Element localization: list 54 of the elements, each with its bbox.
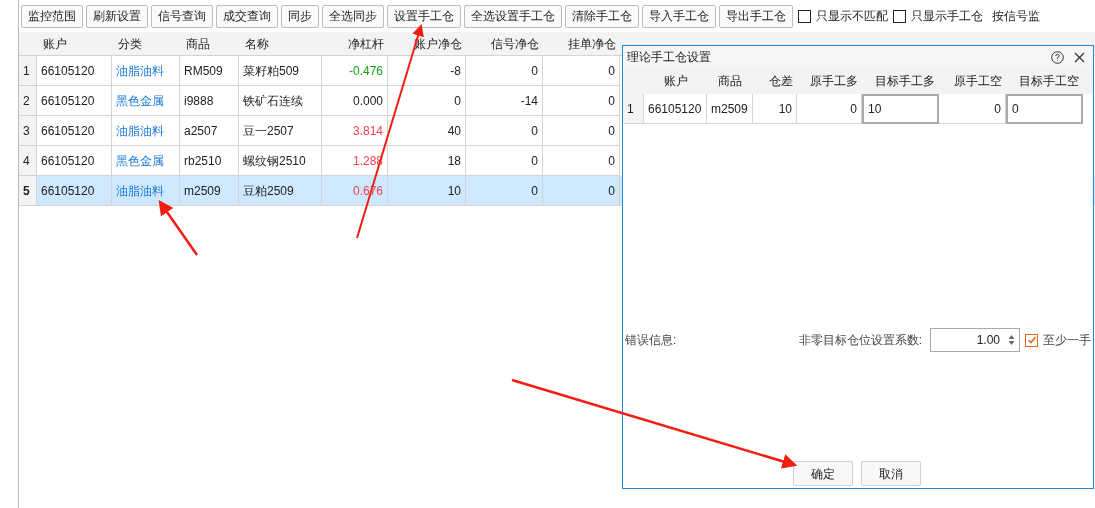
table-cell: 66105120 — [37, 176, 112, 206]
table-cell: 10 — [753, 94, 797, 124]
row-number: 2 — [19, 86, 37, 116]
toolbar-button[interactable]: 导入手工仓 — [642, 4, 716, 28]
column-header: 名称 — [244, 35, 270, 53]
column-header: 挂单净仓 — [567, 35, 617, 53]
table-cell: 66105120 — [644, 94, 707, 124]
table-cell: 油脂油料 — [112, 176, 180, 206]
table-cell: 10 — [388, 176, 466, 206]
column-header: 信号净仓 — [490, 35, 540, 53]
checkbox-label: 至少一手 — [1043, 332, 1091, 349]
column-header: 账户 — [42, 35, 68, 53]
help-icon[interactable] — [1051, 50, 1064, 64]
table-cell: 0 — [543, 176, 620, 206]
toolbar-button[interactable]: 全选设置手工仓 — [464, 4, 562, 28]
toolbar-button[interactable]: 信号查询 — [151, 4, 213, 28]
table-cell: 0 — [797, 94, 862, 124]
table-cell: 豆粕2509 — [239, 176, 322, 206]
table-cell: 0 — [939, 94, 1006, 124]
toolbar-button[interactable]: 成交查询 — [216, 4, 278, 28]
input-field[interactable]: 0 — [1006, 94, 1083, 124]
table-cell: m2509 — [707, 94, 753, 124]
spinner-arrows-icon[interactable] — [1008, 334, 1015, 346]
close-icon[interactable] — [1074, 51, 1085, 63]
toolbar-button[interactable]: 刷新设置 — [86, 4, 148, 28]
dialog-button[interactable]: 确定 — [793, 461, 853, 486]
toolbar-button[interactable]: 同步 — [281, 4, 319, 28]
toolbar-button[interactable]: 全选同步 — [322, 4, 384, 28]
column-header: 商品 — [185, 35, 211, 53]
error-label: 错误信息: — [625, 332, 677, 349]
input-field[interactable]: 10 — [862, 94, 939, 124]
table-cell: 0 — [466, 176, 543, 206]
toolbar-text: 按信号监 — [992, 8, 1040, 25]
toolbar-button[interactable]: 清除手工仓 — [565, 4, 639, 28]
toolbar-button[interactable]: 导出手工仓 — [719, 4, 793, 28]
checkbox[interactable] — [1025, 333, 1038, 347]
toolbar-button[interactable]: 设置手工仓 — [387, 4, 461, 28]
checkbox-label: 只显示手工仓 — [911, 8, 983, 25]
column-header: 净杠杆 — [347, 35, 385, 53]
row-number: 3 — [19, 116, 37, 146]
row-number: 4 — [19, 146, 37, 176]
checkbox[interactable] — [893, 9, 906, 23]
row-number: 5 — [19, 176, 37, 206]
toolbar-button[interactable]: 监控范围 — [21, 4, 83, 28]
annotation-arrow — [158, 199, 199, 256]
factor-label: 非零目标仓位设置系数: — [798, 332, 922, 349]
number-spinner[interactable]: 1.00 — [930, 328, 1020, 352]
checkbox[interactable] — [798, 9, 811, 23]
table-cell: m2509 — [180, 176, 239, 206]
checkbox-label: 只显示不匹配 — [816, 8, 888, 25]
dialog-button[interactable]: 取消 — [861, 461, 921, 486]
row-number: 1 — [623, 94, 644, 124]
column-header: 分类 — [117, 35, 143, 53]
row-number: 1 — [19, 56, 37, 86]
